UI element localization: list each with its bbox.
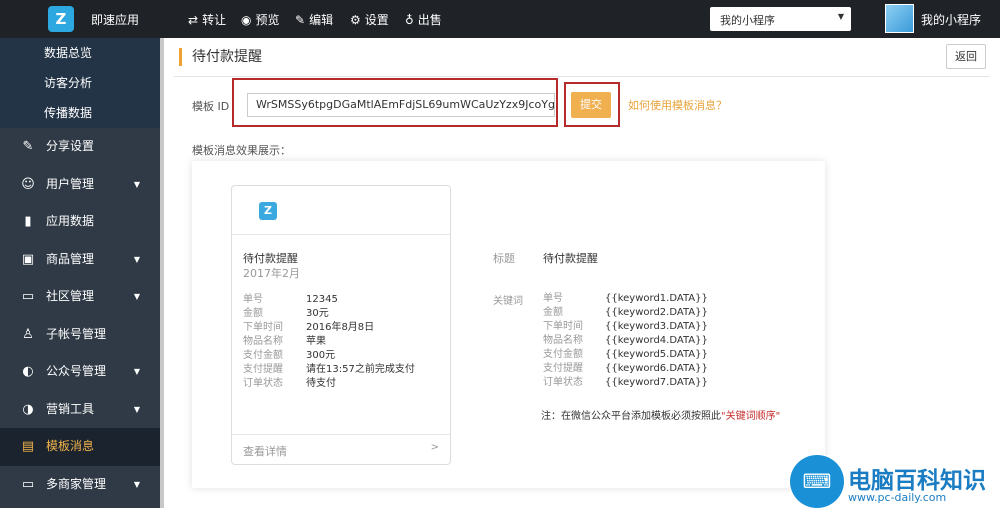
sidebar-item-community-management[interactable]: ▭ 社区管理 ▼ [0, 278, 162, 316]
keyword-row: 物品名称 {{keyword4.DATA}} [543, 335, 708, 346]
template-id-input[interactable]: WrSMSSy6tpgDGaMtlAEmFdjSL69umWCaUzYzx9Jc… [247, 93, 555, 117]
sidebar-item-official-account[interactable]: ◐ 公众号管理 ▼ [0, 353, 162, 391]
official-account-icon: ◐ [22, 364, 34, 379]
community-icon: ▭ [21, 289, 35, 304]
gear-icon: ⚙ [350, 12, 361, 27]
divider [174, 76, 990, 77]
keyword-row: 订单状态 {{keyword7.DATA}} [543, 377, 708, 388]
sidebar-subitem-spread-data[interactable]: 传播数据 [0, 98, 162, 128]
watermark-url: www.pc-daily.com [848, 491, 947, 504]
card-row: 物品名称 苹果 [243, 336, 326, 347]
keyword-list: 单号 {{keyword1.DATA}} 金额 {{keyword2.DATA}} … [543, 292, 708, 390]
app-select[interactable]: 我的小程序 ▼ [710, 7, 851, 31]
goods-icon: ▣ [21, 251, 35, 267]
caret-down-icon: ▼ [133, 292, 140, 301]
watermark-title: 电脑百科知识 [848, 468, 986, 494]
transfer-button[interactable]: ⇄ 转让 [188, 11, 226, 28]
monitor-icon: ⌨ [790, 455, 844, 508]
watermark: ⌨ 电脑百科知识 www.pc-daily.com [790, 455, 1000, 508]
divider [232, 234, 450, 235]
chart-icon: ▮ [24, 214, 32, 229]
title-value: 待付款提醒 [543, 252, 598, 265]
app-logo-icon: Z [259, 202, 277, 220]
share-icon: ✎ [22, 139, 34, 154]
template-icon: ▤ [21, 439, 35, 454]
edit-button[interactable]: ✎ 编辑 [295, 11, 333, 28]
sidebar-item-user-management[interactable]: ☺ 用户管理 ▼ [0, 166, 162, 204]
preview-label: 模板消息效果展示： [192, 144, 291, 157]
caret-down-icon: ▼ [837, 12, 844, 21]
keyword-order-note: 注：在微信公众平台添加模板必须按照此"关键词顺序" [541, 411, 781, 422]
card-row: 订单状态 待支付 [243, 378, 336, 389]
sidebar-subitem-visitor-analysis[interactable]: 访客分析 [0, 68, 162, 98]
user-icon: ☺ [21, 176, 35, 192]
keyword-row: 单号 {{keyword1.DATA}} [543, 293, 708, 304]
caret-down-icon: ▼ [133, 404, 140, 414]
sidebar-item-subaccount-management[interactable]: ♙ 子帐号管理 [0, 316, 162, 354]
template-id-label: 模板 ID [192, 100, 230, 113]
app-name[interactable]: 即速应用 [91, 11, 139, 28]
keywords-key: 关键词 [493, 296, 523, 307]
top-bar: Z 即速应用 ⇄ 转让 ◉ 预览 ✎ 编辑 ⚙ 设置 ♁ 出售 我的小程序 ▼ 我的小程序 [0, 0, 1000, 38]
subaccount-icon: ♙ [22, 326, 34, 342]
chevron-right-icon[interactable]: > [431, 442, 439, 453]
keyword-row: 支付金额 {{keyword5.DATA}} [543, 349, 708, 360]
sell-button[interactable]: ♁ 出售 [405, 11, 442, 28]
sidebar-item-app-data[interactable]: ▮ 应用数据 [0, 203, 162, 241]
app-logo-icon[interactable]: Z [48, 6, 74, 32]
marketing-icon: ◑ [22, 401, 34, 417]
card-row: 支付提醒 请在13:57之前完成支付 [243, 364, 415, 375]
keyword-row: 金额 {{keyword2.DATA}} [543, 307, 708, 318]
keyword-row: 下单时间 {{keyword3.DATA}} [543, 321, 708, 332]
settings-button[interactable]: ⚙ 设置 [350, 11, 389, 28]
sidebar-item-marketing-tools[interactable]: ◑ 营销工具 ▼ [0, 391, 162, 429]
merchant-icon: ▭ [21, 476, 35, 492]
avatar[interactable] [885, 4, 914, 33]
howto-link[interactable]: 如何使用模板消息？ [628, 97, 727, 113]
main-content: 待付款提醒 返回 模板 ID WrSMSSy6tpgDGaMtlAEmFdjSL… [164, 38, 1000, 508]
divider [232, 434, 450, 435]
sidebar-item-goods-management[interactable]: ▣ 商品管理 ▼ [0, 241, 162, 279]
sidebar: 数据总览 访客分析 传播数据 ✎ 分享设置 ☺ 用户管理 ▼ ▮ 应用数据 ▣ 商品管理 ▼… [0, 38, 162, 508]
caret-down-icon: ▼ [133, 479, 140, 489]
preview-button[interactable]: ◉ 预览 [241, 11, 280, 28]
card-rows: 单号 12345 金额 30元 下单时间 2016年8月8日 物品名称 苹果 支付金额 3… [243, 293, 415, 391]
sidebar-subitem-overview[interactable]: 数据总览 [0, 38, 162, 68]
view-details-link[interactable]: 查看详情 [243, 443, 287, 459]
card-row: 单号 12345 [243, 294, 338, 305]
message-card: Z 待付款提醒 2017年2月 单号 12345 金额 30元 下单时间 2016年8… [231, 185, 451, 465]
transfer-icon: ⇄ [188, 12, 199, 27]
submit-button[interactable]: 提交 [571, 92, 611, 118]
card-row: 金额 30元 [243, 308, 329, 319]
title-key: 标题 [493, 252, 515, 265]
caret-down-icon: ▼ [133, 254, 140, 264]
card-row: 下单时间 2016年8月8日 [243, 322, 375, 333]
user-name[interactable]: 我的小程序 [921, 11, 981, 28]
back-button[interactable]: 返回 [946, 44, 986, 69]
keyword-row: 支付提醒 {{keyword6.DATA}} [543, 363, 708, 374]
edit-icon: ✎ [295, 12, 306, 27]
caret-down-icon: ▼ [133, 367, 140, 376]
sidebar-item-multi-merchant[interactable]: ▭ 多商家管理 ▼ [0, 466, 162, 504]
card-date: 2017年2月 [243, 267, 300, 280]
preview-icon: ◉ [241, 12, 252, 27]
sidebar-item-share-settings[interactable]: ✎ 分享设置 [0, 128, 162, 166]
caret-down-icon: ▼ [133, 179, 140, 189]
page-title: 待付款提醒 [179, 48, 262, 66]
sell-icon: ♁ [405, 12, 414, 27]
card-title: 待付款提醒 [243, 252, 298, 265]
sidebar-item-template-message[interactable]: ▤ 模板消息 [0, 428, 162, 466]
card-row: 支付金额 300元 [243, 350, 336, 361]
